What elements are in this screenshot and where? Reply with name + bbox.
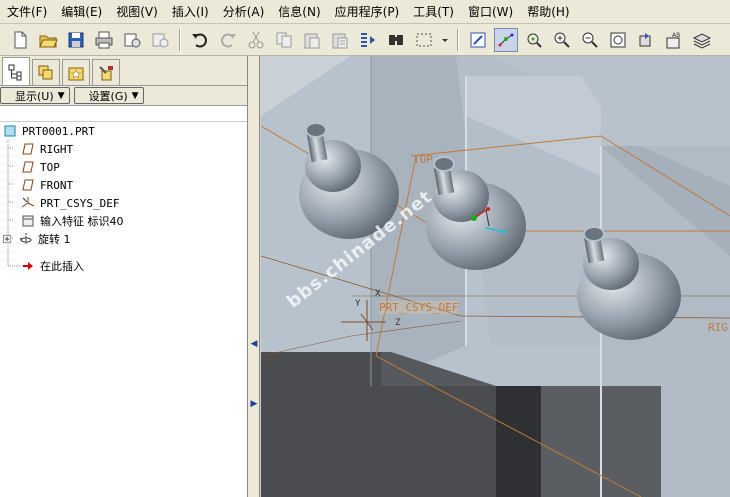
axis-label-y: Y	[355, 299, 361, 309]
refit-icon[interactable]	[606, 28, 630, 52]
menu-tools[interactable]: 工具(T)	[406, 1, 461, 23]
menu-info[interactable]: 信息(N)	[271, 1, 327, 23]
connections-icon[interactable]	[92, 59, 120, 85]
tree-root-label: PRT0001.PRT	[22, 124, 95, 138]
copy-icon[interactable]	[272, 28, 296, 52]
collapse-left-icon[interactable]: ◀	[250, 339, 258, 349]
graphics-window[interactable]: TOP PRT_CSYS_DEF RIG Y X Z bbs.chinade.n…	[261, 56, 730, 497]
layer-tree-icon[interactable]	[32, 59, 60, 85]
layers-icon[interactable]	[690, 28, 714, 52]
datum-plane-icon	[20, 177, 36, 193]
model-tree-icon[interactable]	[2, 57, 30, 85]
menu-applications[interactable]: 应用程序(P)	[328, 1, 407, 23]
favorites-icon[interactable]	[62, 59, 90, 85]
tree-header	[0, 106, 247, 122]
navigator-panel: 显示(U) ▼ 设置(G) ▼ PRT0001.PRT RIGHT TOP FRON…	[0, 56, 248, 497]
tree-item-label: RIGHT	[40, 142, 74, 156]
zoom-out-icon[interactable]	[578, 28, 602, 52]
datum-plane-icon	[20, 159, 36, 175]
orient-mode-icon[interactable]	[522, 28, 546, 52]
tree-item-label: PRT_CSYS_DEF	[40, 196, 120, 210]
menu-analysis[interactable]: 分析(A)	[216, 1, 272, 23]
save-icon[interactable]	[64, 28, 88, 52]
dropdown-icon[interactable]	[440, 28, 450, 52]
tree-item-import-feature[interactable]: 输入特征 标识40	[20, 212, 124, 230]
menu-window[interactable]: 窗口(W)	[461, 1, 520, 23]
undo-icon[interactable]	[188, 28, 212, 52]
tree-item-label: 旋转 1	[38, 233, 71, 246]
menu-file[interactable]: 文件(F)	[0, 1, 54, 23]
send-mail-icon[interactable]	[120, 28, 144, 52]
chevron-down-icon: ▼	[57, 90, 65, 101]
insert-here-arrow-icon	[20, 258, 36, 274]
paste-icon[interactable]	[300, 28, 324, 52]
tree-root[interactable]: PRT0001.PRT	[2, 122, 95, 140]
csys-icon	[20, 195, 36, 211]
tree-item-label: FRONT	[40, 178, 74, 192]
expand-plus-icon[interactable]	[2, 231, 12, 247]
tree-item-label: 输入特征 标识40	[40, 215, 124, 228]
repaint-icon[interactable]	[466, 28, 490, 52]
part-icon	[2, 123, 18, 139]
settings-dropdown[interactable]: 设置(G) ▼	[73, 87, 144, 104]
menu-edit[interactable]: 编辑(E)	[54, 1, 109, 23]
menu-help[interactable]: 帮助(H)	[520, 1, 576, 23]
select-box-icon[interactable]	[412, 28, 436, 52]
navigator-controls: 显示(U) ▼ 设置(G) ▼	[0, 86, 247, 106]
find-icon[interactable]	[384, 28, 408, 52]
show-dropdown-label: 显示(U)	[15, 89, 54, 103]
tree-insert-here[interactable]: 在此插入	[20, 257, 84, 275]
zoom-in-icon[interactable]	[550, 28, 574, 52]
toolbar-separator	[457, 28, 459, 51]
datum-label-top: TOP	[413, 153, 433, 166]
menu-insert[interactable]: 插入(I)	[165, 1, 216, 23]
datum-label-csys: PRT_CSYS_DEF	[379, 301, 459, 314]
tree-item-csys[interactable]: PRT_CSYS_DEF	[20, 194, 119, 212]
send-mail-alt-icon[interactable]	[148, 28, 172, 52]
svg-text:AB: AB	[672, 32, 680, 39]
show-dropdown[interactable]: 显示(U) ▼	[0, 87, 70, 104]
saved-views-icon[interactable]: AB	[662, 28, 686, 52]
tree-item-top[interactable]: TOP	[20, 158, 60, 176]
new-file-icon[interactable]	[8, 28, 32, 52]
main-toolbar: AB	[0, 24, 730, 56]
chevron-down-icon: ▼	[131, 90, 139, 101]
panel-splitter[interactable]: ◀ ▶	[248, 56, 260, 497]
expand-right-icon[interactable]: ▶	[250, 399, 258, 409]
print-icon[interactable]	[92, 28, 116, 52]
tree-item-revolve[interactable]: 旋转 1	[2, 230, 71, 248]
reorient-icon[interactable]	[634, 28, 658, 52]
tree-item-right[interactable]: RIGHT	[20, 140, 73, 158]
datum-plane-icon	[20, 141, 36, 157]
redo-icon[interactable]	[216, 28, 240, 52]
navigator-tabs	[0, 56, 247, 86]
tree-item-front[interactable]: FRONT	[20, 176, 73, 194]
tree-item-label: 在此插入	[40, 260, 84, 273]
menu-view[interactable]: 视图(V)	[109, 1, 165, 23]
axis-label-x: X	[375, 289, 381, 299]
menu-bar: 文件(F) 编辑(E) 视图(V) 插入(I) 分析(A) 信息(N) 应用程序…	[0, 0, 730, 24]
revolve-icon	[18, 231, 34, 247]
toolbar-separator	[179, 28, 181, 51]
cut-icon[interactable]	[244, 28, 268, 52]
axis-label-z: Z	[395, 318, 401, 328]
datum-label-right: RIG	[708, 321, 728, 334]
open-folder-icon[interactable]	[36, 28, 60, 52]
regenerate-icon[interactable]	[356, 28, 380, 52]
spin-center-icon[interactable]	[494, 27, 518, 52]
paste-special-icon[interactable]	[328, 28, 352, 52]
settings-dropdown-label: 设置(G)	[88, 89, 128, 103]
tree-item-label: TOP	[40, 160, 60, 174]
import-feature-icon	[20, 213, 36, 229]
